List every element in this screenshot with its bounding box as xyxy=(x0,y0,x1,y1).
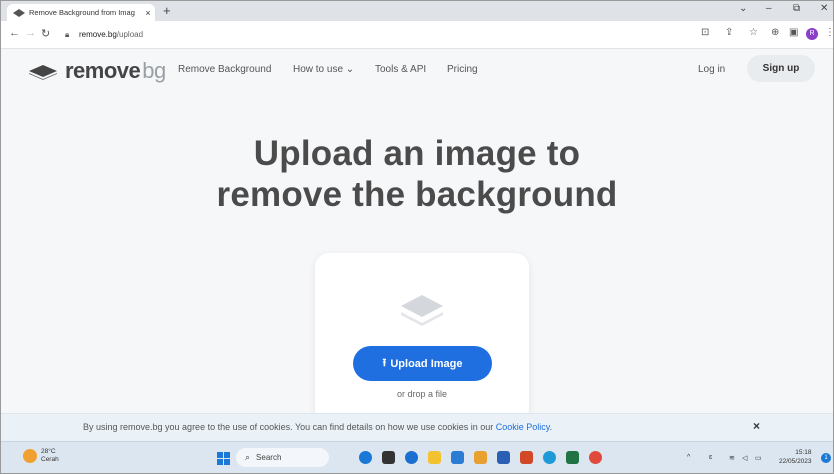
upload-image-button[interactable]: ⭱ Upload Image xyxy=(353,346,492,381)
cookie-policy-link[interactable]: Cookie Policy xyxy=(496,422,550,432)
lock-icon: 🔒︎ xyxy=(65,29,70,39)
side-panel-icon[interactable]: ▣ xyxy=(789,27,798,38)
upload-button-label: Upload Image xyxy=(390,357,463,370)
weather-desc: Cerah xyxy=(41,456,59,463)
bookmark-star-icon[interactable]: ☆ xyxy=(749,27,758,38)
chrome-icon[interactable] xyxy=(589,451,602,464)
site-logo[interactable]: removebg xyxy=(27,58,166,84)
store-icon[interactable] xyxy=(474,451,487,464)
browser-tab[interactable]: Remove Background from Imag × xyxy=(7,4,155,21)
minimize-button[interactable]: – xyxy=(766,3,772,14)
url-path: /upload xyxy=(116,30,144,39)
tab-title: Remove Background from Imag xyxy=(29,8,135,17)
webpage: removebg Remove Background How to use ⌄ … xyxy=(1,49,833,423)
search-icon: ⌕ xyxy=(245,452,251,462)
drop-file-hint: or drop a file xyxy=(396,389,448,399)
removebg-favicon xyxy=(13,8,25,17)
wifi-icon[interactable]: ≋ xyxy=(729,454,735,462)
battery-icon[interactable]: ▭ xyxy=(755,454,762,462)
url-host: remove.bg xyxy=(79,30,117,39)
removebg-logo-icon xyxy=(29,65,57,80)
install-app-icon[interactable]: ⊡ xyxy=(701,27,709,38)
logo-text: removebg xyxy=(65,58,166,83)
back-arrow-icon[interactable]: ← xyxy=(9,27,20,39)
tab-search-icon[interactable]: ⌄ xyxy=(739,3,747,14)
cookie-banner: By using remove.bg you agree to the use … xyxy=(1,413,833,441)
menu-kebab-icon[interactable]: ⋮ xyxy=(825,27,833,38)
tab-strip: Remove Background from Imag × + ⌄ – ⧉ ✕ xyxy=(1,1,833,21)
clock-time: 15:18 xyxy=(795,449,812,456)
new-tab-button[interactable]: + xyxy=(163,4,171,18)
nav-tools-api[interactable]: Tools & API xyxy=(375,64,426,75)
app-icon-1[interactable] xyxy=(359,451,372,464)
search-label: Search xyxy=(256,453,282,462)
login-link[interactable]: Log in xyxy=(698,64,725,75)
nav-remove-background[interactable]: Remove Background xyxy=(178,64,271,75)
profile-avatar[interactable]: R xyxy=(806,28,818,40)
powerpoint-icon[interactable] xyxy=(520,451,533,464)
taskbar-search[interactable]: ⌕ Search xyxy=(236,448,329,467)
edge-icon[interactable] xyxy=(543,451,556,464)
signup-button[interactable]: Sign up xyxy=(747,55,815,82)
weather-temp: 28°C xyxy=(41,448,56,455)
cookie-text: By using remove.bg you agree to the use … xyxy=(83,422,553,432)
tab-close-icon[interactable]: × xyxy=(141,8,155,18)
image-layers-icon xyxy=(401,295,443,326)
cookie-close-icon[interactable]: × xyxy=(753,419,760,433)
close-window-button[interactable]: ✕ xyxy=(820,3,828,14)
upload-arrow-icon: ⭱ xyxy=(382,357,387,369)
word-icon[interactable] xyxy=(497,451,510,464)
mail-icon[interactable] xyxy=(451,451,464,464)
nav-how-to-use[interactable]: How to use ⌄ xyxy=(293,64,354,75)
tray-overflow-icon[interactable]: ^ xyxy=(687,454,690,461)
title-line-2: remove the background xyxy=(216,175,618,214)
clock-date: 22/05/2023 xyxy=(779,458,812,465)
browser-toolbar: ← → ↻ 🔒︎ remove.bg/upload ⊡ ⇪ ☆ ⊕ ▣ R ⋮ xyxy=(1,21,833,49)
volume-icon[interactable]: ◁ xyxy=(742,454,747,462)
weather-sun-icon xyxy=(23,449,37,463)
weather-widget[interactable]: 28°C Cerah xyxy=(23,448,59,464)
page-title: Upload an image to remove the background xyxy=(1,133,833,215)
address-bar[interactable]: 🔒︎ remove.bg/upload xyxy=(59,25,687,44)
notification-badge[interactable]: 1 xyxy=(821,453,831,463)
chat-icon[interactable] xyxy=(405,451,418,464)
share-icon[interactable]: ⇪ xyxy=(725,27,733,38)
extensions-icon[interactable]: ⊕ xyxy=(771,27,779,38)
restore-button[interactable]: ⧉ xyxy=(793,3,800,14)
screen: Remove Background from Imag × + ⌄ – ⧉ ✕ … xyxy=(0,0,834,474)
title-line-1: Upload an image to xyxy=(253,134,581,173)
system-clock[interactable]: 15:18 22/05/2023 xyxy=(779,448,812,466)
upload-card[interactable]: ⭱ Upload Image or drop a file xyxy=(315,253,529,423)
reload-icon[interactable]: ↻ xyxy=(41,27,50,40)
excel-icon[interactable] xyxy=(566,451,579,464)
windows-start-icon[interactable] xyxy=(217,452,230,465)
ime-indicator[interactable]: ɛ xyxy=(709,454,712,461)
nav-pricing[interactable]: Pricing xyxy=(447,64,478,75)
windows-taskbar: 28°C Cerah ⌕ Search ^ ɛ ≋ ◁ ▭ 15:18 22/05… xyxy=(1,441,833,473)
file-explorer-icon[interactable] xyxy=(428,451,441,464)
task-view-icon[interactable] xyxy=(382,451,395,464)
forward-arrow-icon[interactable]: → xyxy=(25,27,36,39)
